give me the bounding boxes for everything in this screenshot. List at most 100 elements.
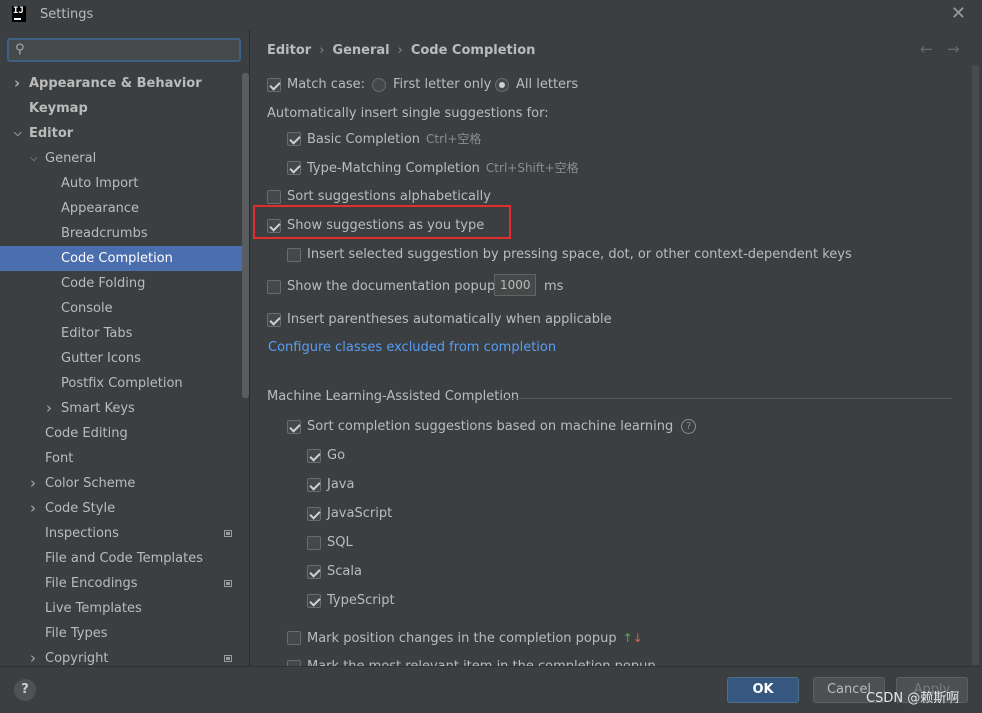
- sort-alpha-checkbox[interactable]: [267, 190, 281, 204]
- sidebar-item[interactable]: File Types: [0, 621, 241, 646]
- sidebar-item-label: Gutter Icons: [61, 351, 141, 366]
- ml-language-label: SQL: [327, 535, 353, 550]
- sidebar-item[interactable]: Auto Import: [0, 171, 241, 196]
- sidebar-item[interactable]: Appearance: [0, 196, 241, 221]
- sidebar-item-label: Color Scheme: [45, 476, 136, 491]
- sidebar-item-label: Code Style: [45, 501, 116, 516]
- sidebar-item[interactable]: File Encodings: [0, 571, 241, 596]
- ml-language-checkbox[interactable]: [307, 594, 321, 608]
- search-box[interactable]: ⚲: [7, 38, 241, 62]
- match-case-checkbox[interactable]: [267, 78, 281, 92]
- mark-position-checkbox[interactable]: [287, 631, 301, 645]
- auto-insert-heading: Automatically insert single suggestions …: [267, 106, 549, 121]
- show-as-type-checkbox[interactable]: [267, 219, 281, 233]
- ml-language-label: TypeScript: [327, 593, 395, 608]
- chevron-right-icon[interactable]: ›: [30, 646, 36, 666]
- content-scrollbar[interactable]: [972, 65, 979, 665]
- sidebar-item[interactable]: › Color Scheme: [0, 471, 241, 496]
- breadcrumb-item: Code Completion: [410, 43, 536, 58]
- sidebar-item[interactable]: › Copyright: [0, 646, 241, 666]
- sidebar-item[interactable]: Keymap: [0, 96, 241, 121]
- sidebar-item-label: Console: [61, 301, 113, 316]
- sidebar-item-label: Smart Keys: [61, 401, 135, 416]
- ok-button[interactable]: OK: [727, 677, 799, 703]
- sidebar-item[interactable]: Font: [0, 446, 241, 471]
- insert-selected-checkbox[interactable]: [287, 248, 301, 262]
- all-letters-label: All letters: [516, 77, 579, 92]
- sidebar-item[interactable]: Gutter Icons: [0, 346, 241, 371]
- ml-language-checkbox[interactable]: [307, 449, 321, 463]
- breadcrumb-item[interactable]: General: [332, 43, 389, 58]
- sidebar-item[interactable]: ⌵ Editor: [0, 121, 241, 146]
- configure-excluded-link[interactable]: Configure classes excluded from completi…: [268, 338, 556, 358]
- sidebar-item-label: Auto Import: [61, 176, 139, 191]
- breadcrumb: Editor › General › Code Completion: [267, 43, 536, 58]
- forward-arrow-icon[interactable]: →: [947, 40, 960, 58]
- section-divider: [502, 398, 952, 399]
- intellij-icon: IJ: [12, 6, 26, 22]
- ml-language-label: JavaScript: [327, 506, 393, 521]
- search-input[interactable]: [33, 42, 237, 60]
- sidebar-item-label: Editor: [29, 126, 74, 141]
- chevron-right-icon[interactable]: ›: [14, 71, 20, 96]
- chevron-right-icon[interactable]: ›: [46, 396, 52, 421]
- sidebar-item-label: Appearance: [61, 201, 140, 216]
- sidebar-item[interactable]: › Smart Keys: [0, 396, 241, 421]
- ml-language-checkbox[interactable]: [307, 536, 321, 550]
- position-change-arrows-icon: ↑↓: [622, 631, 643, 645]
- sidebar-item[interactable]: Postfix Completion: [0, 371, 241, 396]
- project-scope-icon: [224, 580, 232, 587]
- dialog-footer: ? OK Cancel Apply CSDN @赖斯啊: [0, 666, 982, 713]
- ml-sort-checkbox[interactable]: [287, 420, 301, 434]
- all-letters-radio[interactable]: [495, 78, 509, 92]
- type-matching-checkbox[interactable]: [287, 161, 301, 175]
- basic-completion-label: Basic Completion Ctrl+空格: [307, 132, 482, 147]
- doc-popup-delay-input[interactable]: 1000: [494, 274, 536, 296]
- sidebar-item[interactable]: Inspections: [0, 521, 241, 546]
- chevron-right-icon[interactable]: ›: [30, 496, 36, 521]
- search-icon: ⚲: [15, 42, 25, 57]
- sidebar-item[interactable]: Editor Tabs: [0, 321, 241, 346]
- sidebar-item[interactable]: Code Folding: [0, 271, 241, 296]
- doc-popup-checkbox[interactable]: [267, 280, 281, 294]
- basic-completion-checkbox[interactable]: [287, 132, 301, 146]
- window-title: Settings: [40, 7, 94, 22]
- sidebar-item-label: Code Editing: [45, 426, 128, 441]
- sidebar-item[interactable]: Code Completion: [0, 246, 249, 271]
- watermark: CSDN @赖斯啊: [866, 691, 960, 706]
- chevron-down-icon[interactable]: ⌵: [30, 146, 38, 171]
- ml-section-heading: Machine Learning-Assisted Completion: [267, 389, 520, 404]
- sidebar-item[interactable]: Breadcrumbs: [0, 221, 241, 246]
- chevron-down-icon[interactable]: ⌵: [14, 121, 22, 146]
- ml-language-label: Java: [327, 477, 355, 492]
- sidebar-item-label: Code Completion: [61, 251, 173, 266]
- sidebar-item-label: Keymap: [29, 101, 88, 116]
- help-button[interactable]: ?: [14, 679, 36, 701]
- back-arrow-icon[interactable]: ←: [920, 40, 933, 58]
- breadcrumb-item[interactable]: Editor: [267, 43, 311, 58]
- chevron-right-icon[interactable]: ›: [30, 471, 36, 496]
- sidebar-item-label: Postfix Completion: [61, 376, 183, 391]
- sidebar-item[interactable]: › Code Style: [0, 496, 241, 521]
- sidebar-item[interactable]: Live Templates: [0, 596, 241, 621]
- first-letter-radio[interactable]: [372, 78, 386, 92]
- sidebar-item-label: General: [45, 151, 97, 166]
- close-icon[interactable]: ✕: [951, 3, 966, 24]
- sidebar-scrollbar[interactable]: [242, 73, 249, 398]
- help-circle-icon[interactable]: ?: [681, 419, 697, 434]
- ml-language-checkbox[interactable]: [307, 478, 321, 492]
- ml-language-checkbox[interactable]: [307, 507, 321, 521]
- insert-parens-checkbox[interactable]: [267, 313, 281, 327]
- type-matching-label: Type-Matching Completion Ctrl+Shift+空格: [307, 161, 579, 176]
- sidebar-item[interactable]: ⌵ General: [0, 146, 241, 171]
- sidebar-item[interactable]: › Appearance & Behavior: [0, 71, 241, 96]
- ml-language-label: Go: [327, 448, 346, 463]
- sidebar-item-label: Copyright: [45, 651, 109, 666]
- sidebar-item[interactable]: Console: [0, 296, 241, 321]
- insert-parens-label: Insert parentheses automatically when ap…: [287, 312, 612, 327]
- sidebar-item-label: Font: [45, 451, 74, 466]
- sidebar-item-label: File Encodings: [45, 576, 138, 591]
- sidebar-item[interactable]: Code Editing: [0, 421, 241, 446]
- ml-language-checkbox[interactable]: [307, 565, 321, 579]
- sidebar-item[interactable]: File and Code Templates: [0, 546, 241, 571]
